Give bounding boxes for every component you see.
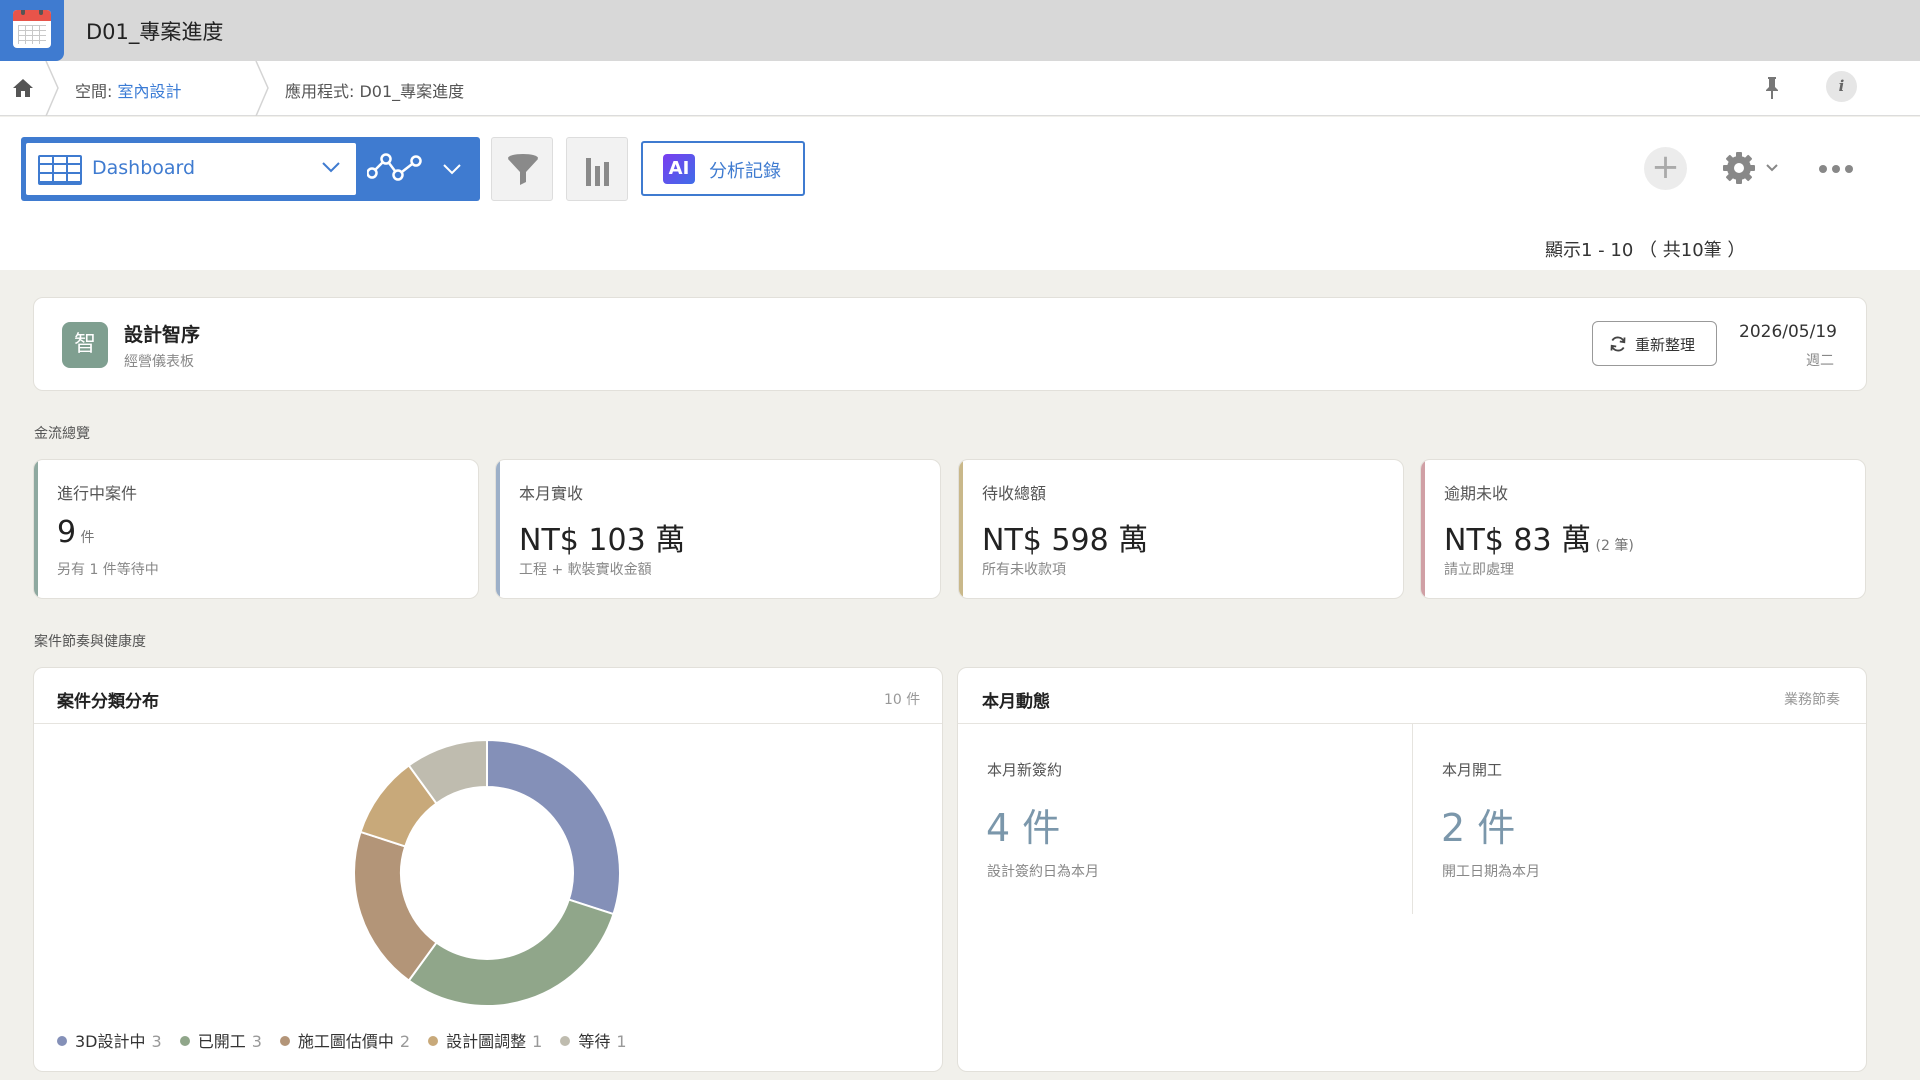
- kpi-accent-bar: [1421, 460, 1425, 598]
- kpi-value: NT$ 103 萬: [519, 523, 686, 558]
- donut-slice: [407, 898, 615, 1007]
- kpi-subtitle: 另有 1 件等待中: [57, 562, 159, 578]
- legend-item: 3D設計中 3: [57, 1028, 162, 1052]
- legend-count: 1: [616, 1032, 627, 1051]
- kpi-subtitle: 所有未收款項: [982, 562, 1066, 578]
- kpi-value: NT$ 598 萬: [982, 523, 1149, 558]
- legend-dot: [179, 1036, 190, 1046]
- legend-item: 施工圖估價中 2: [279, 1028, 411, 1052]
- kpi-title: 進行中案件: [57, 484, 138, 503]
- kpi-card-overdue: 逾期未收 NT$ 83 萬 (2 筆) 請立即處理: [1420, 459, 1866, 599]
- kpi-accent-bar: [959, 460, 963, 598]
- gear-icon[interactable]: [1722, 151, 1756, 185]
- chevron-down-icon[interactable]: [443, 163, 461, 175]
- donut-slice: [486, 738, 621, 916]
- chart-legend: 3D設計中 3 已開工 3 施工圖估價中 2 設計圖調整 1 等待 1: [57, 1028, 645, 1052]
- legend-label: 設計圖調整: [446, 1032, 527, 1051]
- legend-label: 3D設計中: [75, 1032, 146, 1051]
- calendar-app-icon[interactable]: [0, 0, 64, 61]
- graph-view-icon[interactable]: [367, 151, 423, 185]
- distribution-donut-chart: [353, 738, 621, 1007]
- kpi-title: 逾期未收: [1444, 484, 1509, 503]
- chevron-down-icon: [322, 162, 340, 173]
- refresh-button[interactable]: 重新整理: [1592, 321, 1717, 366]
- brand-subtitle: 經營儀表板: [124, 354, 194, 370]
- bar-chart-icon: [586, 158, 609, 186]
- breadcrumb-separator-icon: [255, 61, 269, 116]
- legend-dot: [57, 1036, 67, 1046]
- more-options-icon[interactable]: [1818, 164, 1854, 174]
- kpi-title: 本月實收: [519, 484, 584, 503]
- app-title: D01_專案進度: [86, 20, 224, 44]
- legend-label: 等待: [578, 1032, 611, 1051]
- ai-analysis-label: 分析記錄: [709, 161, 781, 182]
- legend-label: 已開工: [197, 1032, 246, 1051]
- kpi-value: NT$ 83 萬 (2 筆): [1444, 523, 1634, 558]
- legend-label: 施工圖估價中: [297, 1032, 394, 1051]
- legend-item: 等待 1: [560, 1028, 627, 1052]
- ai-icon: AI: [663, 154, 695, 184]
- space-link[interactable]: 室內設計: [117, 82, 181, 101]
- chevron-down-icon[interactable]: [1766, 164, 1778, 172]
- home-icon[interactable]: [12, 78, 34, 98]
- donut-slice: [353, 830, 438, 982]
- kpi-card-receivable: 待收總額 NT$ 598 萬 所有未收款項: [958, 459, 1404, 599]
- kpi-card-monthly-received: 本月實收 NT$ 103 萬 工程 + 軟裝實收金額: [495, 459, 941, 599]
- legend-count: 1: [532, 1032, 543, 1051]
- legend-count: 3: [251, 1032, 262, 1051]
- breadcrumb-separator-icon: [45, 61, 59, 116]
- paging-info: 顯示1 - 10 （ 共10筆 ）: [1545, 240, 1746, 261]
- kpi-card-active-cases: 進行中案件 9 件 另有 1 件等待中: [33, 459, 479, 599]
- started-value: 2 件: [1441, 806, 1516, 850]
- chart-button[interactable]: [566, 137, 628, 201]
- info-icon[interactable]: i: [1826, 71, 1857, 102]
- view-label: Dashboard: [92, 157, 196, 179]
- section-cashflow: 金流總覽: [34, 426, 90, 442]
- monthly-title: 本月動態: [982, 692, 1050, 712]
- new-contracts-value: 4 件: [986, 806, 1061, 850]
- breadcrumb-app: 應用程式: D01_專案進度: [285, 82, 465, 101]
- section-rhythm: 案件節奏與健康度: [34, 634, 146, 650]
- panel-divider: [34, 723, 942, 724]
- kpi-subtitle: 工程 + 軟裝實收金額: [519, 562, 652, 578]
- new-contracts-subtitle: 設計簽約日為本月: [987, 864, 1099, 880]
- distribution-title: 案件分類分布: [57, 692, 159, 712]
- monthly-meta: 業務節奏: [1784, 692, 1840, 708]
- legend-count: 2: [399, 1032, 411, 1051]
- new-contracts-title: 本月新簽約: [987, 761, 1063, 779]
- legend-count: 3: [151, 1032, 162, 1051]
- legend-item: 設計圖調整 1: [428, 1028, 542, 1052]
- ai-analysis-button[interactable]: AI 分析記錄: [641, 141, 805, 196]
- legend-dot: [560, 1036, 571, 1046]
- kpi-accent-bar: [496, 460, 500, 598]
- started-subtitle: 開工日期為本月: [1442, 864, 1540, 880]
- brand-badge: 智: [62, 322, 108, 368]
- panel-divider: [1412, 724, 1413, 914]
- breadcrumb-space[interactable]: 空間: 室內設計: [75, 78, 182, 102]
- filter-button[interactable]: [491, 137, 553, 201]
- kpi-accent-bar: [34, 460, 38, 598]
- started-title: 本月開工: [1442, 761, 1503, 779]
- kpi-title: 待收總額: [982, 484, 1047, 503]
- table-view-icon: [38, 155, 82, 185]
- refresh-label: 重新整理: [1635, 336, 1696, 354]
- refresh-icon: [1610, 336, 1626, 352]
- legend-dot: [279, 1036, 290, 1046]
- title-bar: D01_專案進度: [0, 0, 1920, 61]
- kpi-value: 9 件: [57, 515, 95, 550]
- filter-icon: [508, 154, 538, 185]
- distribution-count: 10 件: [884, 692, 921, 708]
- kpi-subtitle: 請立即處理: [1444, 562, 1514, 578]
- view-dropdown[interactable]: Dashboard: [26, 143, 356, 195]
- brand-name: 設計智序: [124, 324, 201, 346]
- current-date: 2026/05/19: [1739, 322, 1837, 342]
- add-record-button[interactable]: +: [1644, 147, 1687, 190]
- current-weekday: 週二: [1806, 353, 1834, 369]
- pin-icon[interactable]: [1762, 75, 1782, 101]
- breadcrumb: 空間: 室內設計 應用程式: D01_專案進度: [0, 61, 1920, 116]
- legend-dot: [428, 1036, 439, 1046]
- legend-item: 已開工 3: [179, 1028, 262, 1052]
